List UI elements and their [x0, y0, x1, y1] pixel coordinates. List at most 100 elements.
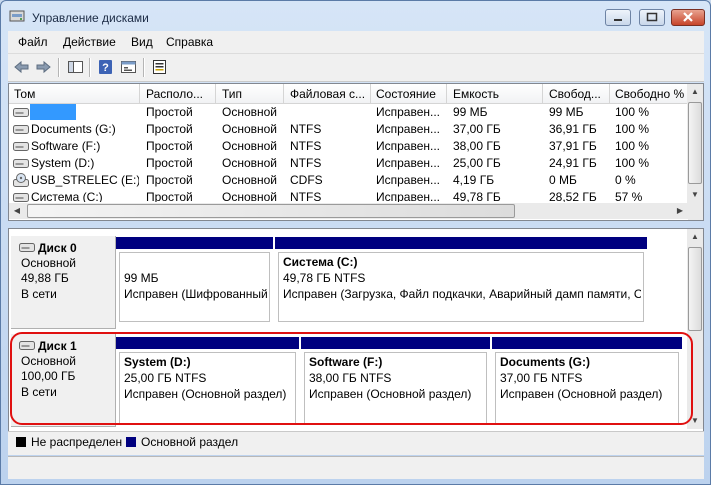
- volume-free: 37,91 ГБ: [549, 139, 597, 153]
- partition-bar: [116, 337, 299, 349]
- disk-1-partition-software-f[interactable]: Software (F:) 38,00 ГБ NTFS Исправен (Ос…: [301, 337, 490, 427]
- partition-status: Исправен (Загрузка, Файл подкачки, Авари…: [283, 287, 641, 301]
- disk-status: В сети: [21, 385, 57, 399]
- volume-name: Documents (G:): [31, 122, 116, 136]
- legend: Не распределен Основной раздел: [8, 431, 704, 455]
- minimize-icon: [614, 19, 622, 21]
- maximize-button[interactable]: [639, 9, 665, 26]
- disk-0-partition-encrypted[interactable]: 99 МБ Исправен (Шифрованный: [116, 237, 273, 325]
- volume-filesystem: NTFS: [290, 190, 322, 202]
- scroll-thumb[interactable]: [688, 102, 702, 184]
- scrollbar-corner: [688, 203, 703, 220]
- volume-status: Исправен...: [376, 156, 441, 170]
- volume-free: 0 МБ: [549, 173, 577, 187]
- partition-name: Система (C:): [283, 255, 358, 269]
- title-bar[interactable]: Управление дисками: [1, 1, 710, 31]
- partition-size: 25,00 ГБ NTFS: [124, 371, 207, 385]
- close-button[interactable]: [671, 9, 705, 26]
- drive-icon: [13, 193, 29, 202]
- disk-1-partition-documents-g[interactable]: Documents (G:) 37,00 ГБ NTFS Исправен (О…: [492, 337, 682, 427]
- scroll-down-icon[interactable]: ▼: [687, 187, 703, 203]
- disk-name: Диск 0: [38, 241, 77, 255]
- volume-list: Том Располо... Тип Файловая с... Состоян…: [8, 83, 704, 221]
- minimize-button[interactable]: [605, 9, 631, 26]
- menu-view[interactable]: Вид: [131, 35, 153, 49]
- volume-row[interactable]: USB_STRELEC (E:) Простой Основной CDFS И…: [9, 172, 688, 189]
- status-bar: [8, 456, 704, 479]
- volume-filesystem: NTFS: [290, 139, 322, 153]
- partition-bar: [116, 237, 273, 249]
- disk-1-partition-system-d[interactable]: System (D:) 25,00 ГБ NTFS Исправен (Осно…: [116, 337, 299, 427]
- volume-type: Основной: [222, 173, 278, 187]
- toolbar-separator: [143, 58, 145, 77]
- drive-icon: [13, 125, 29, 134]
- column-header-status[interactable]: Состояние: [376, 87, 446, 103]
- column-header-free[interactable]: Свобод...: [549, 87, 609, 103]
- volume-name-selected: [30, 104, 76, 120]
- window-title: Управление дисками: [32, 11, 149, 25]
- volume-row[interactable]: Software (F:) Простой Основной NTFS Испр…: [9, 138, 688, 155]
- volume-capacity: 49,78 ГБ: [453, 190, 501, 202]
- volume-free-percent: 100 %: [615, 156, 650, 170]
- partition-size: 99 МБ: [124, 271, 159, 285]
- scroll-thumb[interactable]: [27, 204, 515, 218]
- scroll-down-icon[interactable]: ▼: [687, 413, 703, 429]
- scroll-up-icon[interactable]: ▲: [687, 229, 703, 245]
- volume-list-horizontal-scrollbar[interactable]: ◀ ▶: [9, 203, 688, 219]
- svg-text:?: ?: [102, 62, 109, 74]
- volume-row[interactable]: System (D:) Простой Основной NTFS Исправ…: [9, 155, 688, 172]
- menu-action[interactable]: Действие: [63, 35, 116, 49]
- column-header-volume[interactable]: Том: [14, 87, 138, 103]
- column-header-type[interactable]: Тип: [222, 87, 280, 103]
- disk-type: Основной: [21, 354, 77, 368]
- volume-list-vertical-scrollbar[interactable]: ▲ ▼: [687, 84, 703, 203]
- volume-layout: Простой: [146, 173, 193, 187]
- volume-row[interactable]: Система (C:) Простой Основной NTFS Испра…: [9, 189, 688, 202]
- forward-arrow-icon[interactable]: [35, 59, 52, 75]
- scroll-up-icon[interactable]: ▲: [687, 84, 703, 100]
- scroll-thumb[interactable]: [688, 247, 702, 331]
- drive-icon: [13, 142, 29, 151]
- settings-list-icon[interactable]: [151, 59, 168, 75]
- volume-row[interactable]: Простой Основной Исправен... 99 МБ 99 МБ…: [9, 104, 688, 121]
- drive-icon: [13, 159, 29, 168]
- disk-1-info[interactable]: Диск 1 Основной 100,00 ГБ В сети: [11, 334, 116, 427]
- volume-row[interactable]: Documents (G:) Простой Основной NTFS Исп…: [9, 121, 688, 138]
- menu-file[interactable]: Файл: [18, 35, 48, 49]
- disk-size: 100,00 ГБ: [21, 369, 76, 383]
- volume-filesystem: NTFS: [290, 156, 322, 170]
- volume-layout: Простой: [146, 139, 193, 153]
- scroll-right-icon[interactable]: ▶: [672, 203, 688, 219]
- back-arrow-icon[interactable]: [13, 59, 30, 75]
- disk-map-vertical-scrollbar[interactable]: ▲ ▼: [687, 229, 703, 429]
- volume-layout: Простой: [146, 156, 193, 170]
- volume-capacity: 99 МБ: [453, 105, 488, 119]
- maximize-icon: [646, 12, 658, 22]
- disk-size: 49,88 ГБ: [21, 271, 69, 285]
- partition-name: Software (F:): [309, 355, 383, 369]
- volume-layout: Простой: [146, 190, 193, 202]
- column-header-layout[interactable]: Располо...: [146, 87, 214, 103]
- partition-name: System (D:): [124, 355, 191, 369]
- partition-bar: [492, 337, 682, 349]
- partition-body: System (D:) 25,00 ГБ NTFS Исправен (Осно…: [119, 352, 296, 424]
- partition-status: Исправен (Основной раздел): [500, 387, 663, 401]
- volume-free-percent: 100 %: [615, 105, 650, 119]
- legend-unallocated-swatch: [16, 437, 26, 447]
- volume-free-percent: 57 %: [615, 190, 643, 202]
- partition-bar: [275, 237, 647, 249]
- disk-0-partition-system-c[interactable]: Система (C:) 49,78 ГБ NTFS Исправен (Заг…: [275, 237, 647, 325]
- partition-status: Исправен (Шифрованный: [124, 287, 267, 301]
- console-tree-icon[interactable]: [67, 59, 84, 75]
- properties-icon[interactable]: [120, 59, 137, 75]
- disk-0-info[interactable]: Диск 0 Основной 49,88 ГБ В сети: [11, 236, 116, 329]
- menu-help[interactable]: Справка: [166, 35, 213, 49]
- column-header-capacity[interactable]: Емкость: [453, 87, 541, 103]
- help-icon[interactable]: ?: [97, 59, 114, 75]
- partition-body: Система (C:) 49,78 ГБ NTFS Исправен (Заг…: [278, 252, 644, 322]
- volume-capacity: 38,00 ГБ: [453, 139, 501, 153]
- column-header-free-percent[interactable]: Свободно %: [615, 87, 687, 103]
- scroll-left-icon[interactable]: ◀: [9, 203, 25, 219]
- column-header-filesystem[interactable]: Файловая с...: [290, 87, 370, 103]
- volume-layout: Простой: [146, 105, 193, 119]
